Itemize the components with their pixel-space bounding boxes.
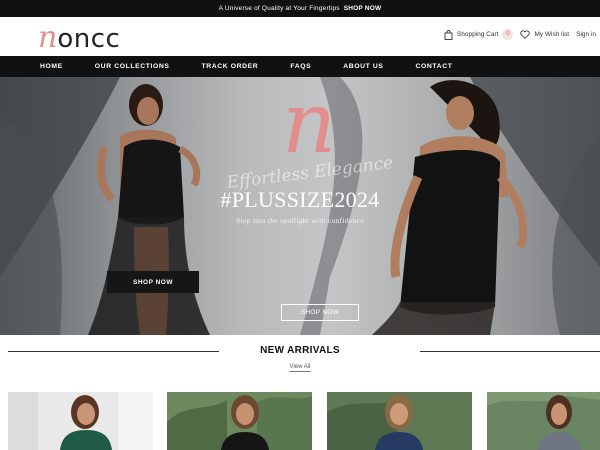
nav-list: HOME OUR COLLECTIONS TRACK ORDER FAQS AB… <box>40 56 484 77</box>
product-image <box>327 392 472 450</box>
nav-item-contact[interactable]: CONTACT <box>416 63 453 70</box>
main-navigation: HOME OUR COLLECTIONS TRACK ORDER FAQS AB… <box>0 56 600 77</box>
nav-item-home[interactable]: HOME <box>40 63 63 70</box>
product-card[interactable] <box>327 392 472 450</box>
site-logo[interactable]: n oncc <box>38 19 121 55</box>
section-divider-right <box>420 351 600 352</box>
hero-shop-now-outline-button[interactable]: SHOP NOW <box>281 304 359 321</box>
product-card[interactable] <box>8 392 153 450</box>
nav-item-about-us[interactable]: ABOUT US <box>343 63 383 70</box>
nav-item-track-order[interactable]: TRACK ORDER <box>202 63 259 70</box>
product-card[interactable] <box>167 392 312 450</box>
hero-title: #PLUSSIZE2024 <box>220 187 380 212</box>
announcement-bar: A Universe of Quality at Your Fingertips… <box>0 0 600 17</box>
announcement-shop-link[interactable]: SHOP NOW <box>344 5 382 12</box>
signin-link[interactable]: Sign in <box>576 31 596 38</box>
shopping-cart-label: Shopping Cart <box>456 31 499 38</box>
product-grid <box>0 392 600 450</box>
hero-brand-mark: n <box>282 77 337 172</box>
hero-shop-now-button[interactable]: SHOP NOW <box>107 271 199 293</box>
product-image <box>167 392 312 450</box>
product-image <box>8 392 153 450</box>
logo-initial: n <box>38 20 58 55</box>
product-card[interactable] <box>487 392 600 450</box>
signin-label: Sign in <box>576 31 596 38</box>
wishlist-label: My Wish list <box>534 31 570 38</box>
shopping-bag-icon <box>444 29 453 40</box>
product-image <box>487 392 600 450</box>
new-arrivals-header: NEW ARRIVALS <box>0 343 600 361</box>
logo-wordmark: oncc <box>57 24 121 54</box>
view-all-link[interactable]: View All <box>289 364 311 372</box>
announcement-text: A Universe of Quality at Your Fingertips <box>218 5 340 12</box>
hero-banner: n Effortless Elegance #PLUSSIZE2024 Step… <box>0 77 600 335</box>
cart-count-badge: 0 <box>502 29 514 40</box>
nav-item-our-collections[interactable]: OUR COLLECTIONS <box>95 63 170 70</box>
heart-icon <box>520 30 531 39</box>
wishlist-link[interactable]: My Wish list <box>520 30 569 39</box>
header-tools: Shopping Cart 0 My Wish list Sign in <box>444 29 596 40</box>
shopping-cart-link[interactable]: Shopping Cart 0 <box>444 29 514 40</box>
hero-subtitle: Step into the spotlight with confidence <box>236 216 364 225</box>
nav-item-faqs[interactable]: FAQS <box>290 63 311 70</box>
site-header: n oncc Shopping Cart 0 My Wish list Sign… <box>0 17 600 56</box>
